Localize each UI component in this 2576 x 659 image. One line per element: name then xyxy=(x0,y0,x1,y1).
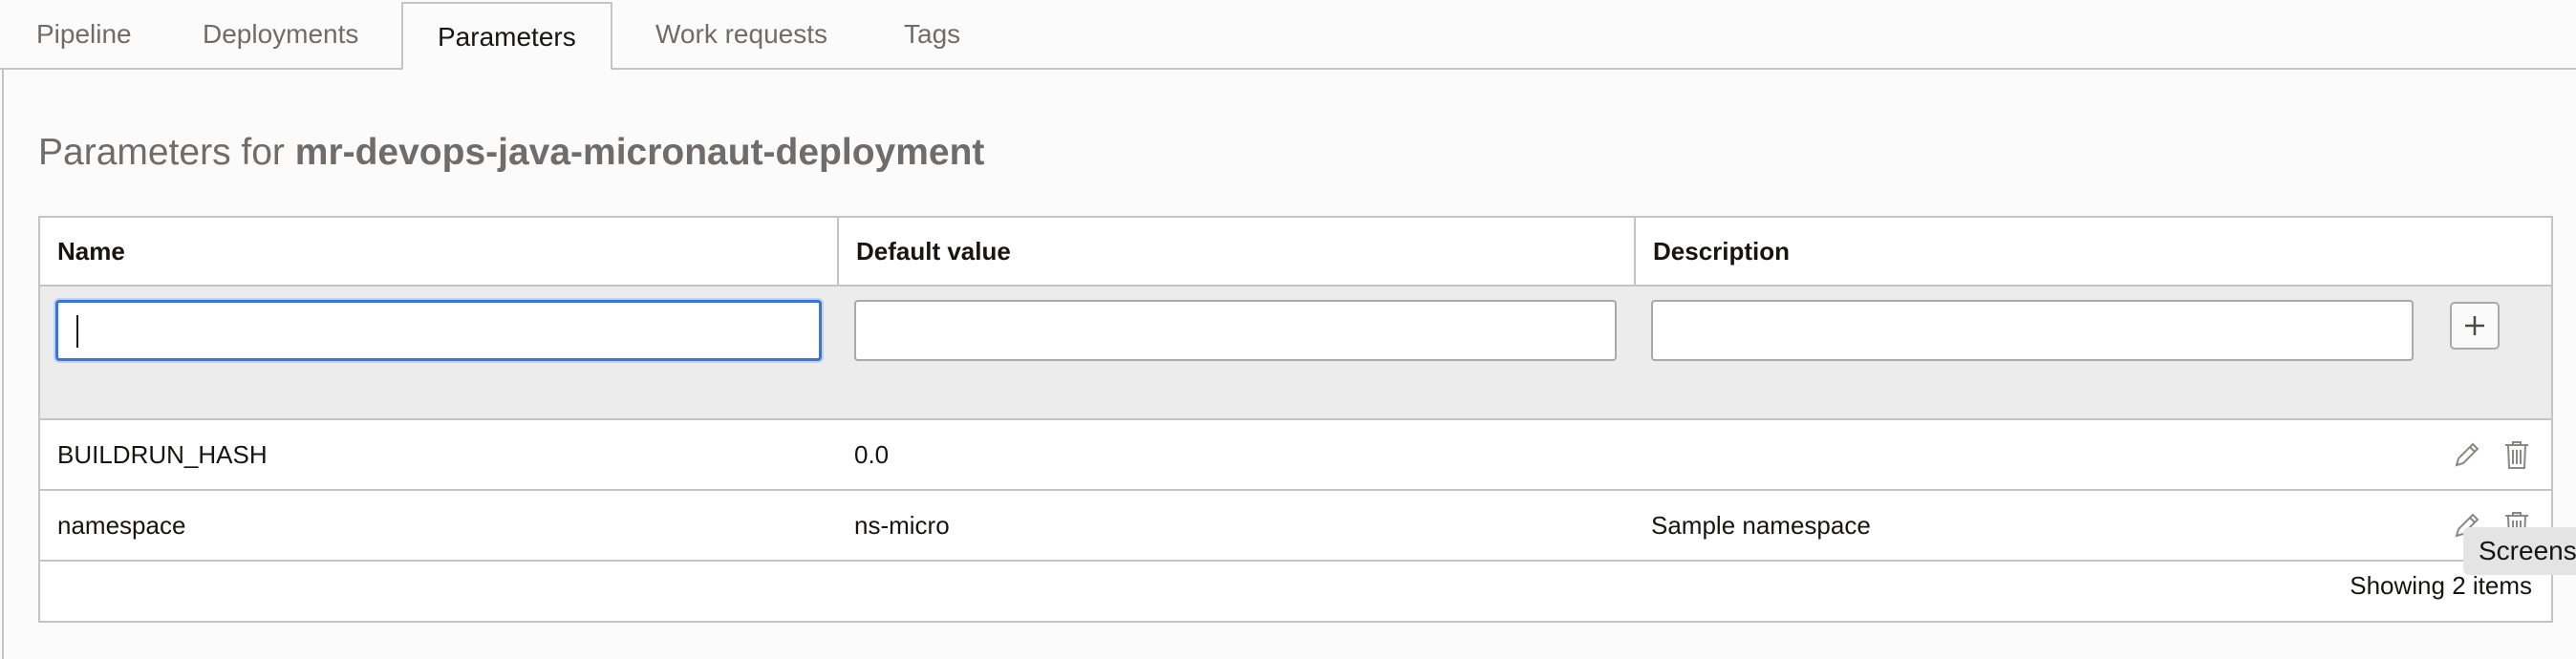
parameters-table: Name Default value Description BUILDRUN_… xyxy=(38,216,2553,623)
column-header-default-value[interactable]: Default value xyxy=(839,218,1638,285)
text-caret xyxy=(76,315,78,348)
item-count: Showing 2 items xyxy=(2350,571,2532,600)
tab-bar: Pipeline Deployments Parameters Work req… xyxy=(0,0,2576,71)
param-default-value: 0.0 xyxy=(854,440,890,469)
table-row: BUILDRUN_HASH 0.0 xyxy=(40,420,2551,489)
page-title: Parameters for mr-devops-java-micronaut-… xyxy=(38,132,984,174)
param-name: namespace xyxy=(57,511,186,540)
row-divider xyxy=(40,560,2551,562)
trash-icon[interactable] xyxy=(2500,437,2534,472)
description-input[interactable] xyxy=(1651,300,2414,361)
column-divider xyxy=(837,218,839,285)
page-title-name: mr-devops-java-micronaut-deployment xyxy=(294,132,985,173)
default-value-input[interactable] xyxy=(854,300,1617,361)
tab-bar-divider xyxy=(0,68,2576,70)
tab-work-requests[interactable]: Work requests xyxy=(655,0,827,69)
plus-icon xyxy=(2465,316,2484,335)
table-row: namespace ns-micro Sample namespace xyxy=(40,491,2551,560)
screenshot-tooltip: Screenshot xyxy=(2463,527,2576,575)
name-input[interactable] xyxy=(55,300,822,361)
param-default-value: ns-micro xyxy=(854,511,950,540)
panel-border xyxy=(2,69,4,659)
tab-tags[interactable]: Tags xyxy=(904,0,960,69)
column-header-name[interactable]: Name xyxy=(40,218,839,285)
tab-pipeline[interactable]: Pipeline xyxy=(36,0,132,69)
param-name: BUILDRUN_HASH xyxy=(57,440,268,469)
page-title-prefix: Parameters for xyxy=(38,132,285,173)
param-description: Sample namespace xyxy=(1651,511,1871,540)
tab-deployments[interactable]: Deployments xyxy=(203,0,358,69)
column-header-description[interactable]: Description xyxy=(1636,218,2496,285)
column-divider xyxy=(1634,218,1636,285)
tab-parameters[interactable]: Parameters xyxy=(401,2,612,71)
pencil-icon[interactable] xyxy=(2450,437,2484,472)
add-parameter-button[interactable] xyxy=(2450,302,2500,350)
